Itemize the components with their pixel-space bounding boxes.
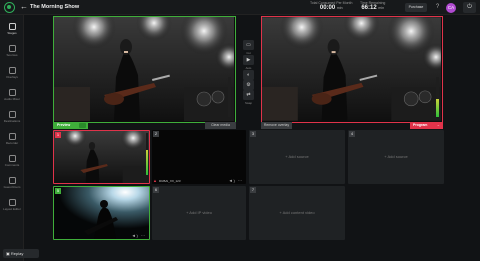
sidebar-item-guest-room[interactable]: Guest Room (0, 177, 24, 197)
source-cell-7[interactable]: 7 + Add content video (249, 186, 345, 240)
sidebar-item-destinations[interactable]: Destinations (0, 111, 24, 131)
fade-icon: ◐ (246, 72, 251, 78)
program-vu-meter (436, 77, 439, 117)
more-icon[interactable]: ⋯ (141, 233, 146, 238)
source-cell-6[interactable]: 6 + Add IP video (152, 186, 246, 240)
sidebar-item-label: Guest Room (3, 184, 21, 189)
warning-icon: ▲ (153, 178, 157, 183)
sidebar: Stages Sources Overlays Audio Mixer Dest… (0, 15, 24, 261)
consumed-unit: min (336, 6, 343, 10)
sidebar-item-label: Layout Editor (3, 206, 21, 211)
transition-settings-button[interactable]: ⚙ (243, 80, 254, 90)
replay-label: Replay (10, 251, 24, 256)
add-ip-video-button[interactable]: + Add IP video (152, 210, 246, 215)
app-logo-icon[interactable] (4, 2, 15, 13)
overlays-icon (8, 67, 16, 74)
avatar[interactable]: CA (446, 2, 456, 13)
sidebar-item-layout-editor[interactable]: Layout Editor (0, 199, 24, 219)
sidebar-item-recorder[interactable]: Recorder (0, 133, 24, 153)
concert-scene-preview (54, 17, 234, 121)
auto-button[interactable]: ▶ (243, 55, 254, 65)
preview-status-indicator (79, 123, 86, 128)
sidebar-item-label: Recorder (5, 140, 19, 145)
remaining-unit: min (378, 6, 385, 10)
program-label-text: Program (413, 123, 428, 127)
replay-button[interactable]: ▣ Replay (3, 249, 39, 258)
comments-icon (8, 155, 16, 162)
sources-icon (8, 45, 16, 52)
program-label: Program → (410, 122, 443, 129)
cell-number: 3 (250, 131, 256, 137)
spotlight-thumbnail (54, 187, 149, 239)
cell-vu-meter (145, 133, 148, 175)
cell-number: 7 (250, 187, 256, 193)
source-cell-4[interactable]: 4 + Add source (348, 130, 444, 184)
help-icon[interactable]: ? (433, 3, 442, 12)
recorder-icon (8, 133, 16, 140)
stage-icon (8, 23, 16, 30)
swap-label: Swap (245, 101, 252, 105)
cell-number: 6 (153, 187, 159, 193)
add-source-button[interactable]: + Add source (249, 154, 345, 159)
sidebar-item-label: Audio Mixer (4, 96, 20, 101)
sidebar-item-label: Overlays (6, 74, 18, 79)
sidebar-item-stages[interactable]: Stages (0, 23, 24, 43)
layout-editor-icon (8, 199, 16, 206)
sidebar-item-label: Destinations (3, 118, 21, 123)
remaining-value: 66:12 (361, 5, 377, 11)
sidebar-item-overlays[interactable]: Overlays (0, 67, 24, 87)
swap-icon: ⇄ (246, 92, 251, 98)
concert-thumbnail (54, 131, 149, 183)
program-vu-fill (436, 99, 439, 117)
guest-room-icon (8, 177, 16, 184)
preview-vu-meter (228, 77, 231, 117)
cut-icon: ▭ (246, 42, 251, 48)
clear-media-button[interactable]: Clear media (205, 122, 236, 129)
cell-vu-fill (145, 149, 148, 175)
sidebar-item-label: Comments (4, 162, 20, 167)
more-icon[interactable]: ⋯ (238, 178, 243, 183)
cell-controls[interactable]: ◄) ⋯ (229, 178, 243, 183)
consumed-value: 00:00 (319, 5, 336, 11)
fade-button[interactable]: ◐ (243, 70, 254, 80)
cut-button[interactable]: ▭ (243, 40, 254, 50)
sidebar-item-audio-mixer[interactable]: Audio Mixer (0, 89, 24, 109)
cell-number: 1 (55, 132, 61, 138)
cell-number: 4 (349, 131, 355, 137)
add-content-video-button[interactable]: + Add content video (249, 210, 345, 215)
sidebar-item-sources[interactable]: Sources (0, 45, 24, 65)
concert-scene-program (262, 17, 441, 121)
remove-overlay-button[interactable]: Remove overlay (261, 122, 292, 129)
source-cell-3[interactable]: 3 + Add source (249, 130, 345, 184)
source-cell-5[interactable]: 5 ◄) ⋯ (53, 186, 150, 240)
cell-number: 5 (55, 188, 61, 194)
top-bar: ← The Morning Show Total Consumed Per Mo… (0, 0, 480, 15)
preview-monitor[interactable] (53, 16, 236, 123)
sidebar-item-comments[interactable]: Comments (0, 155, 24, 175)
cell-controls[interactable]: ◄) ⋯ (132, 233, 146, 238)
show-title: The Morning Show (30, 3, 80, 10)
source-name: DUBAI_XX_123 (159, 179, 181, 183)
sidebar-item-label: Sources (6, 52, 18, 57)
swap-button[interactable]: ⇄ (243, 90, 254, 100)
power-icon[interactable]: ⏻ (463, 2, 476, 13)
source-cell-1[interactable]: 1 (53, 130, 150, 184)
consumed-stat: Total Consumed Per Month 00:00 min (310, 1, 352, 11)
back-arrow-icon[interactable]: ← (20, 2, 28, 11)
arrow-right-icon: → (436, 123, 441, 127)
volume-icon[interactable]: ◄) (229, 178, 236, 183)
program-monitor[interactable] (261, 16, 443, 123)
remaining-stat: Time Remaining 66:12 min (360, 1, 385, 11)
add-source-button[interactable]: + Add source (348, 154, 444, 159)
source-cell-2[interactable]: 2 ▲ DUBAI_XX_123 ◄) ⋯ (152, 130, 246, 184)
settings-icon: ⚙ (246, 82, 251, 88)
sidebar-item-label: Stages (7, 30, 17, 35)
cell-number: 2 (153, 131, 159, 137)
auto-icon: ▶ (246, 57, 251, 63)
purchase-button[interactable]: Purchase (405, 3, 427, 12)
destinations-icon (8, 111, 16, 118)
audio-mixer-icon (8, 89, 16, 96)
volume-icon[interactable]: ◄) (132, 233, 139, 238)
